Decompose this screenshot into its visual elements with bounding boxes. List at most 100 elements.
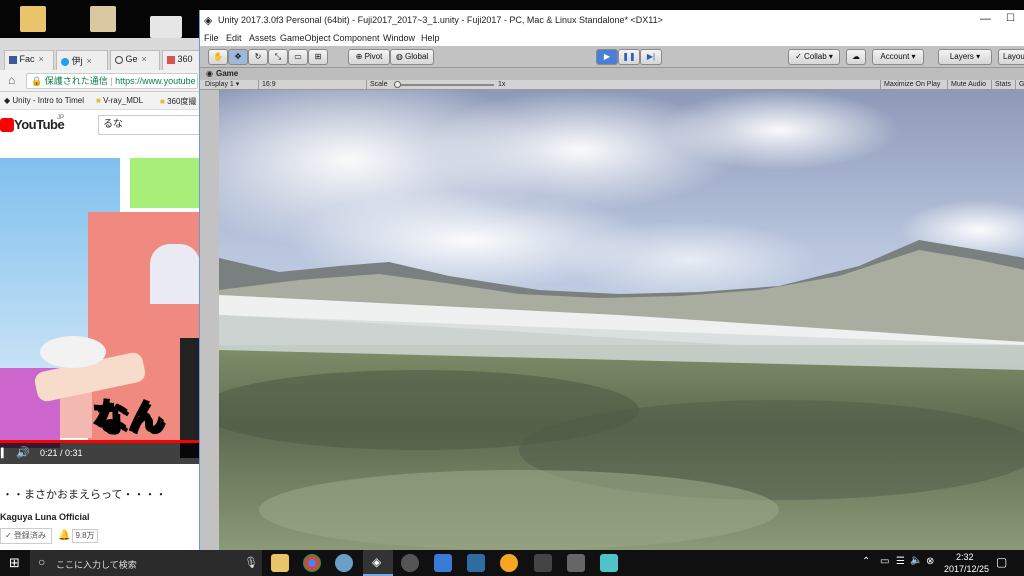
chrome-tab-twitter[interactable]: 伊j × <box>56 50 108 70</box>
app-icon[interactable] <box>600 554 618 572</box>
action-center-icon[interactable]: ▢ <box>996 555 1007 569</box>
game-tab[interactable]: ◉ Game <box>200 68 1024 80</box>
twitter-icon <box>61 57 69 66</box>
close-icon[interactable]: × <box>39 54 44 64</box>
pause-button[interactable]: ❚❚ <box>618 49 640 65</box>
url-field[interactable]: 🔒 保護された通信 | https://www.youtube <box>26 73 198 89</box>
menu-window[interactable]: Window <box>383 33 415 43</box>
app-icon[interactable] <box>534 554 552 572</box>
url-text: https://www.youtube <box>115 76 196 86</box>
pivot-button[interactable]: ⊕ Pivot <box>348 49 390 65</box>
globe-icon <box>115 55 123 64</box>
menu-file[interactable]: File <box>204 33 219 43</box>
transform-tool-icon[interactable]: ⊞ <box>308 49 328 65</box>
bookmark-vray[interactable]: ■ V-ray_MDL <box>96 96 143 105</box>
global-button[interactable]: ◍ Global <box>390 49 434 65</box>
windows-start-icon[interactable]: ⊞ <box>9 555 20 571</box>
check-icon: ✓ <box>795 52 802 61</box>
network-icon[interactable]: ▭ <box>880 556 889 567</box>
collab-dropdown[interactable]: ✓ Collab ▾ <box>788 49 840 65</box>
scale-slider-handle[interactable] <box>394 81 401 88</box>
menu-assets[interactable]: Assets <box>249 33 276 43</box>
gizmos-dropdown[interactable]: Giz <box>1015 80 1024 90</box>
windows-taskbar: ⊞ ○ ここに入力して検索 🎙 ◈ ⌃ ▭ ☰ 🔈 ⊗ 2:32 2017/12… <box>0 550 1024 576</box>
character-sleeve <box>40 336 106 368</box>
game-tab-label: Game <box>216 69 239 78</box>
app-icon[interactable] <box>335 554 353 572</box>
taskbar-search[interactable]: ○ ここに入力して検索 🎙 <box>30 550 262 576</box>
bookmark-360[interactable]: ■ 360度撮 <box>160 96 196 107</box>
globe-icon: ◍ <box>395 52 403 61</box>
folder-icon[interactable] <box>20 6 46 32</box>
file-explorer-icon[interactable] <box>271 554 289 572</box>
app-icon[interactable] <box>434 554 452 572</box>
display-dropdown[interactable]: Display 1 ▾ <box>202 80 242 90</box>
maximize-icon[interactable]: ☐ <box>1006 13 1015 24</box>
taskbar-time[interactable]: 2:32 <box>956 552 974 562</box>
taskbar-date[interactable]: 2017/12/25 <box>944 564 989 574</box>
app-icon[interactable] <box>567 554 585 572</box>
game-view-margin <box>200 90 219 550</box>
rect-tool-icon[interactable]: ▭ <box>288 49 308 65</box>
unity-window: ◈ Unity 2017.3.0f3 Personal (64bit) - Fu… <box>199 10 1024 550</box>
scale-tool-icon[interactable]: ⤡ <box>268 49 288 65</box>
app-icon[interactable] <box>401 554 419 572</box>
home-icon[interactable]: ⌂ <box>8 73 15 87</box>
volume-icon[interactable]: 🔈 <box>910 555 922 566</box>
move-tool-icon[interactable]: ✥ <box>228 49 248 65</box>
play-icon[interactable]: ▍ <box>1 448 8 459</box>
menu-edit[interactable]: Edit <box>226 33 242 43</box>
menu-help[interactable]: Help <box>421 33 440 43</box>
video-bg-block <box>130 158 200 208</box>
blender-icon[interactable] <box>500 554 518 572</box>
search-placeholder: ここに入力して検索 <box>56 560 137 570</box>
chrome-tab-facebook[interactable]: Fac × <box>4 50 54 70</box>
wifi-icon[interactable]: ☰ <box>896 556 905 567</box>
game-viewport[interactable] <box>219 90 1024 550</box>
chrome-tab-ge[interactable]: Ge × <box>110 50 160 70</box>
folder-icon: ■ <box>160 97 165 106</box>
menu-component[interactable]: Component <box>333 33 380 43</box>
unity-menu-bar: File Edit Assets GameObject Component Wi… <box>200 32 1024 46</box>
unity-icon[interactable]: ◈ <box>372 555 381 569</box>
close-icon[interactable]: × <box>87 56 92 66</box>
chrome-window: Fac × 伊j × Ge × 360 ⌂ 🔒 保護された通信 | https://w… <box>0 38 200 550</box>
play-button[interactable]: ▶ <box>596 49 618 65</box>
file-icon[interactable] <box>90 6 116 32</box>
pivot-icon: ⊕ <box>355 52 363 61</box>
microphone-icon[interactable]: 🎙 <box>244 556 258 569</box>
maximize-on-play-toggle[interactable]: Maximize On Play <box>880 80 943 90</box>
character-hair <box>150 244 200 304</box>
chrome-tab-360[interactable]: 360 <box>162 50 200 70</box>
image-file-icon[interactable] <box>150 16 182 38</box>
stats-toggle[interactable]: Stats <box>991 80 1014 90</box>
game-view-toolbar: Display 1 ▾ 16:9 Scale 1x Maximize On Pl… <box>200 80 1024 90</box>
subscribed-button[interactable]: ✓ 登録済み <box>0 528 52 544</box>
menu-gameobject[interactable]: GameObject <box>280 33 331 43</box>
aspect-dropdown[interactable]: 16:9 <box>258 80 279 90</box>
hand-tool-icon[interactable]: ✋ <box>208 49 228 65</box>
layers-dropdown[interactable]: Layers ▾ <box>938 49 992 65</box>
video-progress-bar[interactable] <box>0 440 200 443</box>
mute-audio-toggle[interactable]: Mute Audio <box>947 80 989 90</box>
close-icon[interactable]: × <box>142 54 147 64</box>
game-scene-render <box>219 90 1024 550</box>
account-dropdown[interactable]: Account ▾ <box>872 49 924 65</box>
app-icon[interactable] <box>467 554 485 572</box>
scale-slider[interactable] <box>394 84 494 86</box>
cloud-icon[interactable]: ☁ <box>846 49 866 65</box>
rotate-tool-icon[interactable]: ↻ <box>248 49 268 65</box>
chevron-up-icon[interactable]: ⌃ <box>862 556 870 567</box>
volume-icon[interactable]: 🔊 <box>16 446 30 459</box>
channel-name[interactable]: Kaguya Luna Official <box>0 512 90 522</box>
video-time: 0:21 / 0:31 <box>40 448 83 458</box>
bookmark-unity[interactable]: ◆ Unity - Intro to Timel <box>4 96 84 105</box>
youtube-logo-icon[interactable] <box>0 118 14 132</box>
chrome-icon[interactable] <box>303 554 321 572</box>
layout-dropdown[interactable]: Layou <box>998 49 1024 65</box>
minimize-icon[interactable]: — <box>980 13 991 25</box>
step-button[interactable]: ▶| <box>640 49 662 65</box>
bell-icon[interactable]: 🔔 <box>58 530 70 541</box>
notification-badge-icon[interactable]: ⊗ <box>926 556 934 567</box>
youtube-search-input[interactable]: るな <box>98 115 200 135</box>
